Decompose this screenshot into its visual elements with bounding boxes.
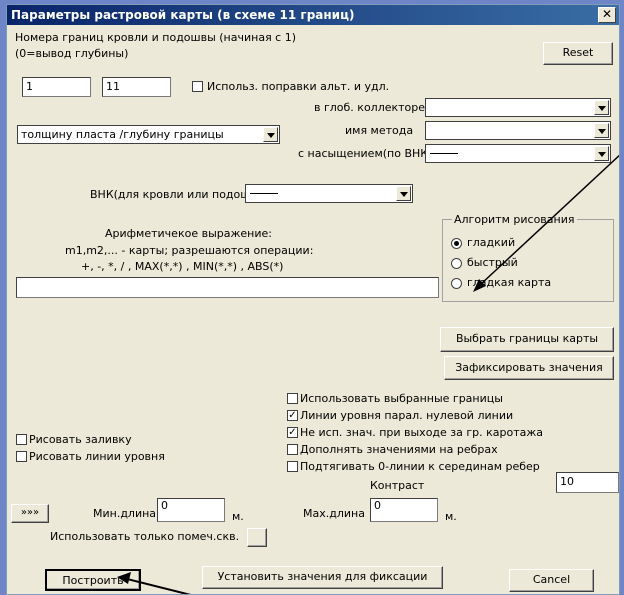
option-label-2: Не исп. знач. при выходе за гр. каротажа <box>300 426 544 439</box>
cancel-button[interactable]: Cancel <box>509 569 594 592</box>
option-checkbox-3[interactable] <box>287 444 298 455</box>
min-length-label: Мин.длина <box>93 507 157 520</box>
top-bound-input[interactable]: 1 <box>22 77 91 97</box>
option-checkbox-4[interactable] <box>287 461 298 472</box>
method-select[interactable] <box>425 121 611 140</box>
marked-wells-label: Использовать только помеч.скв. <box>50 530 240 543</box>
reset-button[interactable]: Reset <box>543 42 613 65</box>
expr-operations: +, -, *, / , MAX(*,*) , MIN(*,*) , ABS(*… <box>81 260 284 273</box>
min-length-input[interactable]: 0 <box>157 498 225 522</box>
more-button[interactable]: »»» <box>11 504 49 523</box>
saturation-label: с насыщением(по ВНК) <box>298 147 433 160</box>
option-checkbox-0[interactable] <box>287 393 298 404</box>
option-label-3: Дополнять значениями на ребрах <box>300 443 498 456</box>
title-bar[interactable]: Параметры растровой карты (в схеме 11 гр… <box>7 5 619 25</box>
draw-fill-checkbox[interactable] <box>16 434 27 445</box>
check-mark-icon: ✓ <box>288 410 297 421</box>
collector-select[interactable] <box>425 98 611 117</box>
mode-select[interactable]: толщину пласта /глубину границы <box>17 125 280 144</box>
expression-input[interactable] <box>16 277 439 298</box>
fix-values-button[interactable]: Зафиксировать значения <box>444 356 614 380</box>
radio-smooth[interactable] <box>451 238 462 249</box>
marked-wells-toggle[interactable] <box>247 528 267 547</box>
build-button[interactable]: Построить <box>45 569 141 591</box>
bounds-heading: Номера границ кровли и подошвы (начиная … <box>15 31 297 44</box>
collector-label: в глоб. коллекторе <box>314 101 426 114</box>
select-bounds-button[interactable]: Выбрать границы карты <box>440 327 614 352</box>
check-mark-icon: ✓ <box>288 427 297 438</box>
expr-hint: m1,m2,... - карты; разрешаются операции: <box>65 244 314 257</box>
contrast-input[interactable]: 10 <box>556 472 619 493</box>
dialog-window: Параметры растровой карты (в схеме 11 гр… <box>6 4 620 595</box>
min-length-unit: м. <box>232 510 244 523</box>
option-checkbox-2[interactable]: ✓ <box>287 427 298 438</box>
max-length-input[interactable]: 0 <box>370 498 438 522</box>
chevron-down-icon[interactable] <box>263 127 278 142</box>
vnk-select[interactable] <box>245 184 413 203</box>
draw-lines-label: Рисовать линии уровня <box>29 450 165 463</box>
method-label: имя метода <box>345 124 414 137</box>
option-label-0: Использовать выбранные границы <box>300 392 503 405</box>
max-length-unit: м. <box>445 510 457 523</box>
radio-smooth-label: гладкий <box>467 236 516 249</box>
option-label-1: Линии уровня парал. нулевой линии <box>300 409 514 422</box>
chevron-down-icon[interactable] <box>594 123 609 138</box>
corrections-label: Использ. поправки альт. и удл. <box>207 80 390 93</box>
algorithm-group-title: Алгоритм рисования <box>452 213 577 226</box>
contrast-label: Контраст <box>370 479 425 492</box>
expr-title: Арифметичекое выражение: <box>105 227 272 240</box>
chevron-down-icon[interactable] <box>594 146 609 161</box>
radio-fast-label: быстрый <box>467 256 518 269</box>
max-length-label: Мах.длина <box>303 507 365 520</box>
draw-lines-checkbox[interactable] <box>16 451 27 462</box>
radio-smooth-map-label: гладкая карта <box>467 276 552 289</box>
corrections-checkbox[interactable] <box>192 81 203 92</box>
line-style-sample <box>250 193 278 194</box>
bounds-heading-note: (0=вывод глубины) <box>15 47 129 60</box>
radio-smooth-map[interactable] <box>451 278 462 289</box>
option-checkbox-1[interactable]: ✓ <box>287 410 298 421</box>
bottom-bound-input[interactable]: 11 <box>102 77 171 97</box>
chevron-down-icon[interactable] <box>396 186 411 201</box>
chevron-down-icon[interactable] <box>594 100 609 115</box>
option-label-4: Подтягивать 0-линии к серединам ребер <box>300 460 540 473</box>
close-button[interactable]: ✕ <box>598 7 616 23</box>
mode-select-value: толщину пласта /глубину границы <box>21 128 224 141</box>
radio-fast[interactable] <box>451 258 462 269</box>
window-title: Параметры растровой карты (в схеме 11 гр… <box>11 8 355 22</box>
set-fix-values-button[interactable]: Установить значения для фиксации <box>202 566 443 589</box>
draw-fill-label: Рисовать заливку <box>29 433 132 446</box>
saturation-select[interactable] <box>425 144 611 163</box>
line-style-sample <box>430 153 458 154</box>
